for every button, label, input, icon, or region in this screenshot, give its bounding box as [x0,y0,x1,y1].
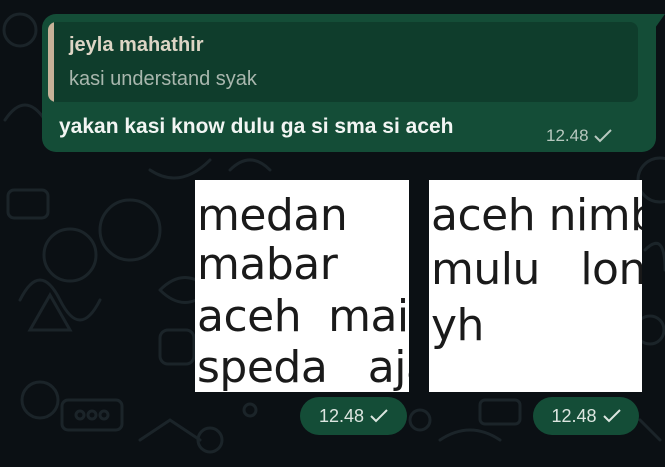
reply-quoted-text: kasi understand syak [69,68,257,90]
image-1-line: aceh main [197,291,409,342]
message-meta: 12.48 [546,126,612,146]
reply-quote-bar [48,22,54,102]
image-2-meta: 12.48 [533,397,639,435]
image-2-line: aceh nimb [431,190,642,241]
image-1-line: speda aja [197,342,409,392]
image-1-line: mabar [197,239,338,290]
image-1-line: medan [197,190,348,241]
bubble-tail [655,14,665,28]
single-check-icon [602,409,621,423]
image-message-1[interactable]: medan mabar aceh main speda aja [195,180,409,392]
image-message-2[interactable]: aceh nimb mulu lonli yh [429,180,642,392]
reply-quote[interactable]: jeyla mahathir kasi understand syak [48,22,638,102]
image-2-line: mulu lonli [431,244,642,295]
single-check-icon [593,129,612,143]
image-1-meta: 12.48 [300,397,407,435]
image-2-line: yh [431,300,484,351]
image-2-time: 12.48 [551,405,597,426]
reply-author: jeyla mahathir [69,34,204,56]
message-time: 12.48 [546,126,589,145]
image-1-time: 12.48 [318,405,365,426]
message-text: yakan kasi know dulu ga si sma si aceh [59,115,454,138]
single-check-icon [370,409,388,423]
